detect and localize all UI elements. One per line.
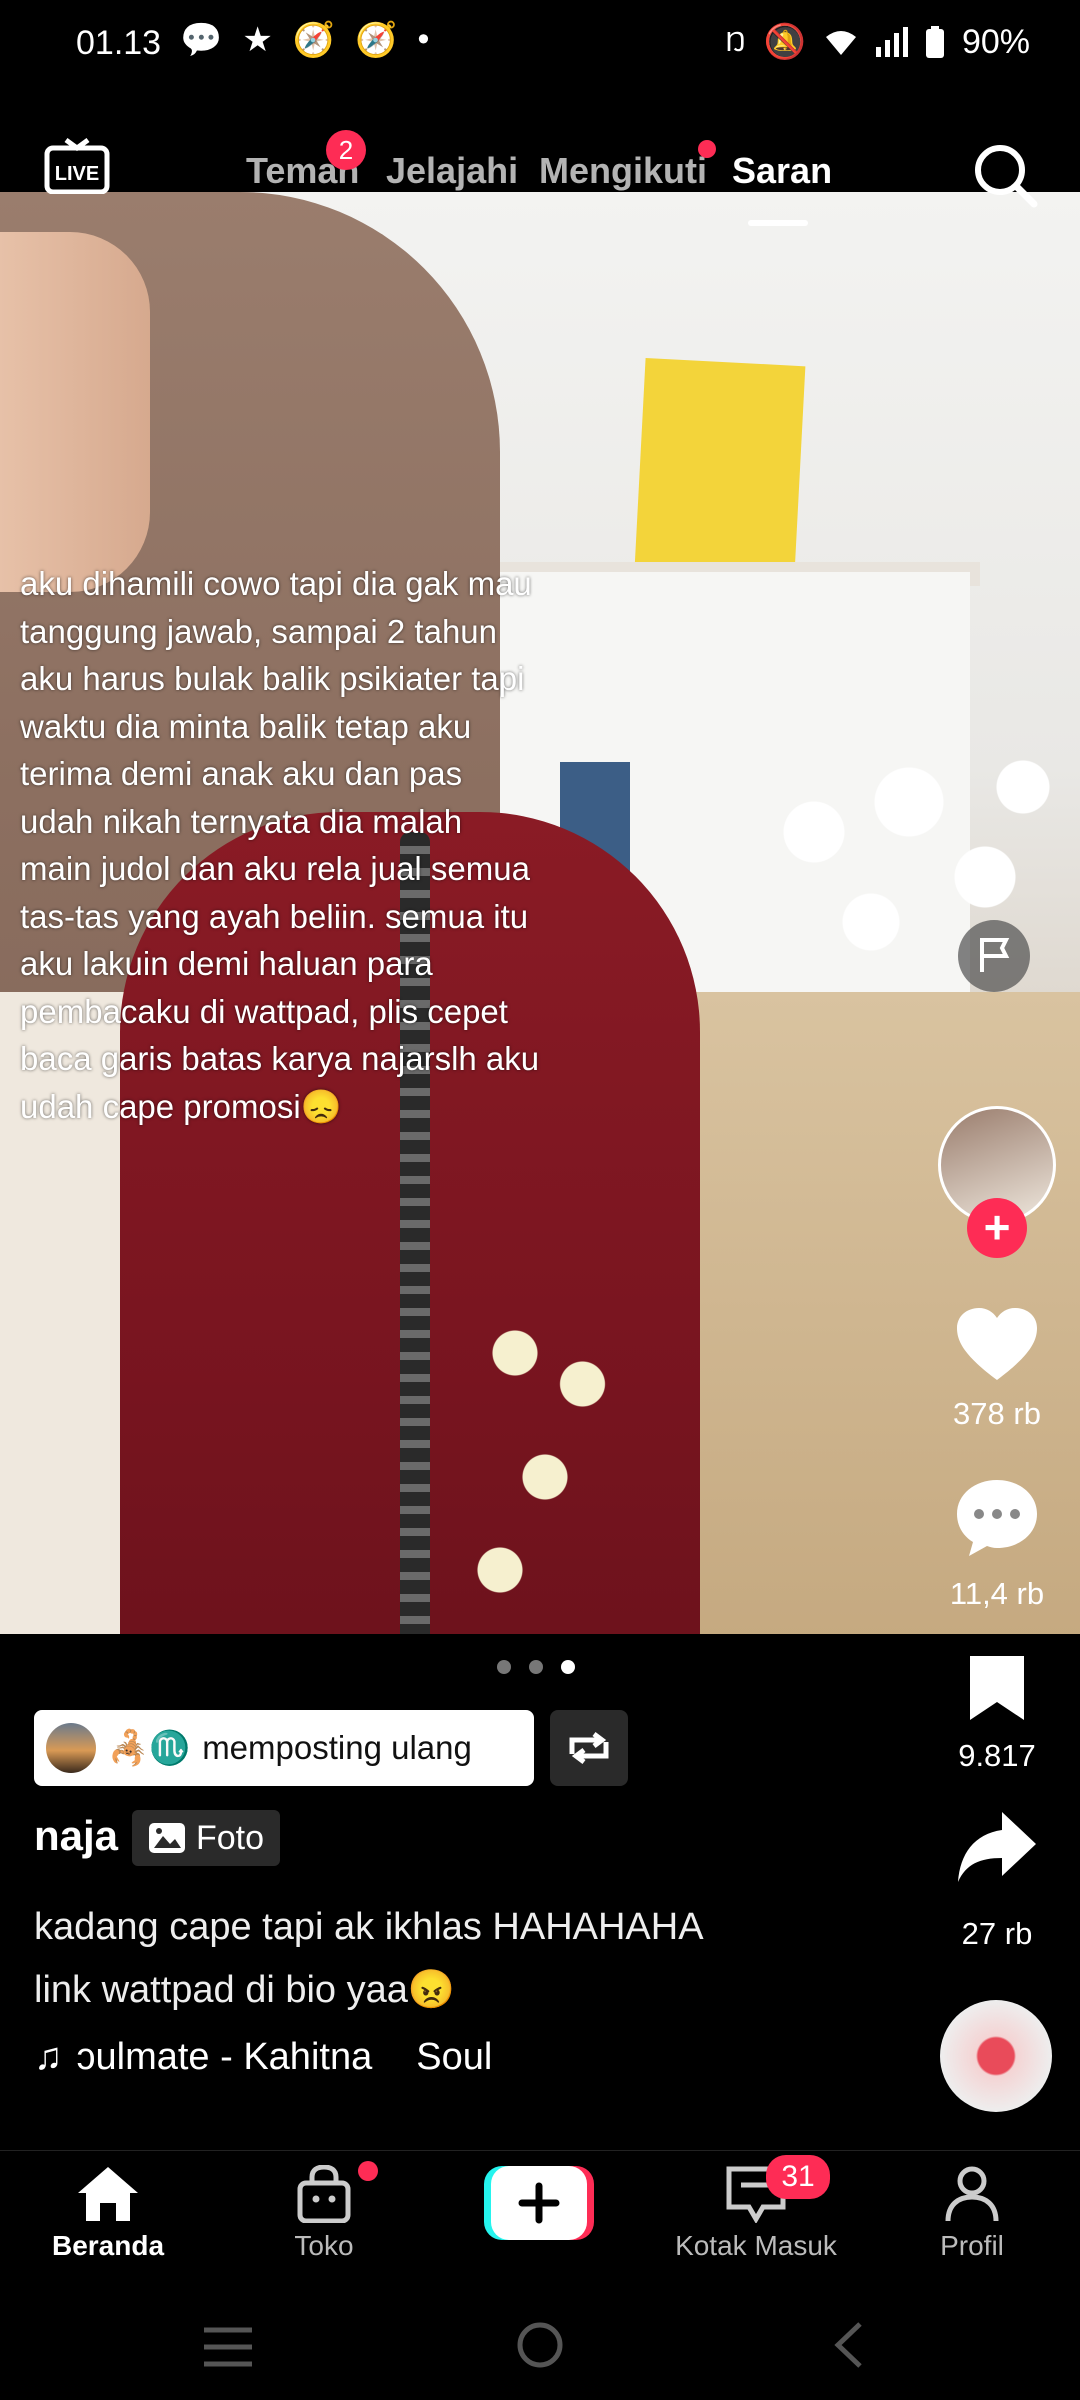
saves-count: 9.817 bbox=[958, 1738, 1036, 1773]
back-icon[interactable] bbox=[828, 2320, 868, 2370]
carousel-dot-active bbox=[561, 1660, 575, 1674]
nav-profil-label: Profil bbox=[940, 2230, 1004, 2261]
author-name[interactable]: naja bbox=[34, 1812, 118, 1860]
profile-icon bbox=[945, 2166, 999, 2222]
status-time: 01.13 bbox=[76, 24, 162, 62]
recents-icon[interactable] bbox=[200, 2322, 256, 2372]
home-icon bbox=[78, 2167, 138, 2221]
compass-icon: 🧭 bbox=[355, 21, 398, 59]
shares-count: 27 rb bbox=[961, 1916, 1033, 1951]
nav-beranda[interactable]: Beranda bbox=[18, 2165, 198, 2262]
carousel-dot bbox=[529, 1660, 543, 1674]
carousel-dot bbox=[497, 1660, 511, 1674]
chat-bubble-icon: 💬 bbox=[180, 21, 223, 59]
tab-teman-badge: 2 bbox=[326, 130, 366, 170]
share-icon[interactable] bbox=[956, 1810, 1038, 1884]
battery-icon bbox=[925, 26, 944, 58]
repost-label: memposting ulang bbox=[202, 1729, 472, 1766]
nav-kotak-masuk-label: Kotak Masuk bbox=[675, 2230, 837, 2261]
repost-banner[interactable]: 🦂♏ memposting ulang bbox=[34, 1710, 534, 1786]
tab-jelajahi[interactable]: Jelajahi bbox=[386, 150, 518, 192]
music-artist: Soul bbox=[416, 2036, 493, 2078]
tab-saran[interactable]: Saran bbox=[732, 150, 832, 192]
repost-emojis: 🦂♏ bbox=[108, 1728, 191, 1766]
shopping-bag-icon bbox=[297, 2164, 351, 2224]
embroidery bbox=[470, 1322, 620, 1632]
toko-dot bbox=[358, 2161, 378, 2181]
heart-icon[interactable] bbox=[955, 1306, 1039, 1382]
bookmark-icon[interactable] bbox=[966, 1652, 1028, 1724]
tab-underline bbox=[748, 220, 808, 226]
wifi-icon bbox=[825, 31, 856, 55]
star-icon: ★ bbox=[242, 21, 273, 59]
music-disc[interactable] bbox=[940, 2000, 1052, 2112]
mute-icon: 🔕 bbox=[763, 23, 806, 61]
nav-profil[interactable]: Profil bbox=[882, 2165, 1062, 2262]
face bbox=[0, 232, 150, 592]
compass-icon: 🧭 bbox=[292, 21, 336, 59]
top-nav: LIVE Teman 2 Jelajahi Mengikuti Saran bbox=[0, 130, 1080, 226]
caption-line: kadang cape tapi ak ikhlas HAHAHAHA bbox=[34, 1906, 704, 1948]
repost-button[interactable] bbox=[550, 1710, 628, 1786]
system-icons: Ŋ 🔕 90% bbox=[725, 22, 1030, 62]
caption-line: link wattpad di bio yaa😠 bbox=[34, 1969, 456, 2011]
status-bar: 01.13 💬 ★ 🧭 🧭 • Ŋ 🔕 90% bbox=[0, 0, 1080, 96]
inbox-badge: 31 bbox=[766, 2155, 830, 2199]
comment-icon[interactable] bbox=[955, 1478, 1039, 1558]
nav-beranda-label: Beranda bbox=[51, 2230, 165, 2261]
report-button[interactable] bbox=[958, 920, 1030, 992]
likes-count: 378 rb bbox=[953, 1396, 1041, 1431]
repost-icon bbox=[569, 1732, 609, 1764]
nav-toko[interactable]: Toko bbox=[234, 2164, 414, 2262]
photo-mode-chip[interactable]: Foto bbox=[132, 1810, 281, 1866]
music-title: ɔulmate - Kahitna bbox=[76, 2036, 373, 2078]
music-note-icon: ♫ bbox=[34, 2036, 63, 2078]
dot-icon: • bbox=[417, 20, 430, 58]
tab-mengikuti-dot bbox=[698, 140, 716, 158]
reposter-avatar bbox=[46, 1723, 96, 1773]
follow-plus-button[interactable]: + bbox=[967, 1198, 1027, 1258]
music-info[interactable]: ♫ ɔulmate - Kahitna Soul bbox=[34, 2036, 492, 2079]
live-icon[interactable]: LIVE bbox=[44, 138, 110, 194]
post-caption[interactable]: kadang cape tapi ak ikhlas HAHAHAHA link… bbox=[34, 1896, 854, 2022]
live-label: LIVE bbox=[55, 163, 99, 185]
battery-level: 90% bbox=[961, 22, 1030, 61]
nfc-icon: Ŋ bbox=[725, 26, 746, 57]
image-icon bbox=[149, 1823, 185, 1853]
tab-mengikuti[interactable]: Mengikuti bbox=[539, 150, 707, 192]
notification-icons: 💬 ★ 🧭 🧭 • bbox=[180, 20, 429, 60]
photo-mode-label: Foto bbox=[196, 1818, 265, 1857]
signal-icon bbox=[875, 27, 908, 57]
system-nav bbox=[0, 2300, 1080, 2400]
flag-icon bbox=[980, 938, 1010, 972]
price-sign bbox=[634, 357, 806, 577]
nav-toko-label: Toko bbox=[294, 2230, 354, 2261]
post-overlay-text: aku dihamili cowo tapi dia gak mau tangg… bbox=[20, 565, 540, 1125]
carousel-indicator bbox=[497, 1660, 575, 1674]
comments-count: 11,4 rb bbox=[949, 1576, 1045, 1611]
create-button[interactable] bbox=[484, 2166, 594, 2240]
search-icon[interactable] bbox=[972, 142, 1038, 208]
home-button-icon[interactable] bbox=[515, 2320, 565, 2370]
